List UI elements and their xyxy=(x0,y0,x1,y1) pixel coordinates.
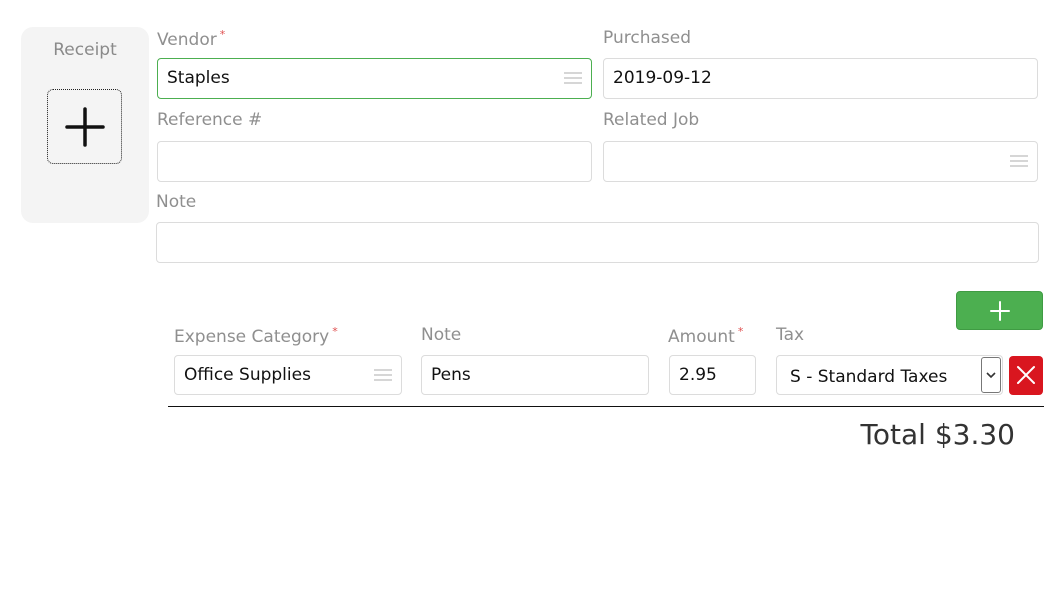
note-field[interactable] xyxy=(156,222,1039,263)
line-note-value: Pens xyxy=(431,365,471,385)
line-note-field[interactable]: Pens xyxy=(421,355,649,395)
add-line-button[interactable] xyxy=(956,291,1043,330)
vendor-label-text: Vendor xyxy=(157,30,217,50)
related-job-field[interactable] xyxy=(603,141,1038,182)
required-mark: * xyxy=(737,325,744,338)
receipt-title: Receipt xyxy=(53,40,117,60)
vendor-value: Staples xyxy=(167,68,230,88)
plus-icon xyxy=(990,301,1010,321)
expense-category-header-text: Expense Category xyxy=(174,327,330,347)
plus-icon xyxy=(65,107,105,147)
reference-label: Reference # xyxy=(157,110,263,130)
required-mark: * xyxy=(332,325,338,338)
reference-field[interactable] xyxy=(157,141,592,182)
menu-lines-icon[interactable] xyxy=(374,368,392,382)
tax-select-value: S - Standard Taxes xyxy=(790,367,948,387)
total-divider xyxy=(168,406,1044,407)
expense-category-header: Expense Category * xyxy=(174,325,338,347)
purchased-value: 2019-09-12 xyxy=(613,68,712,88)
note-label: Note xyxy=(156,192,197,212)
expense-form: Receipt Vendor * Staples Purchased 2019-0… xyxy=(0,0,1056,592)
chevron-down-icon xyxy=(986,372,996,379)
remove-line-button[interactable] xyxy=(1009,356,1043,395)
expense-category-value: Office Supplies xyxy=(184,365,311,385)
vendor-label: Vendor * xyxy=(157,28,225,50)
close-icon xyxy=(1017,366,1035,384)
menu-lines-icon[interactable] xyxy=(1010,154,1028,168)
required-mark: * xyxy=(219,28,226,41)
expense-category-field[interactable]: Office Supplies xyxy=(174,355,402,395)
line-note-header: Note xyxy=(421,325,462,345)
related-job-label: Related Job xyxy=(603,110,700,130)
purchased-label: Purchased xyxy=(603,28,691,48)
tax-select[interactable]: S - Standard Taxes xyxy=(776,355,1003,395)
receipt-panel: Receipt xyxy=(21,27,149,223)
amount-header: Amount * xyxy=(668,325,743,347)
total-amount: Total $3.30 xyxy=(860,418,1015,451)
purchased-date-field[interactable]: 2019-09-12 xyxy=(603,58,1038,99)
vendor-field[interactable]: Staples xyxy=(157,58,592,99)
tax-select-arrow[interactable] xyxy=(981,357,1001,393)
menu-lines-icon[interactable] xyxy=(564,71,582,85)
add-receipt-button[interactable] xyxy=(47,89,122,164)
amount-header-text: Amount xyxy=(668,327,735,347)
amount-field[interactable]: 2.95 xyxy=(669,355,756,395)
tax-header: Tax xyxy=(776,325,805,345)
amount-value: 2.95 xyxy=(679,365,717,385)
